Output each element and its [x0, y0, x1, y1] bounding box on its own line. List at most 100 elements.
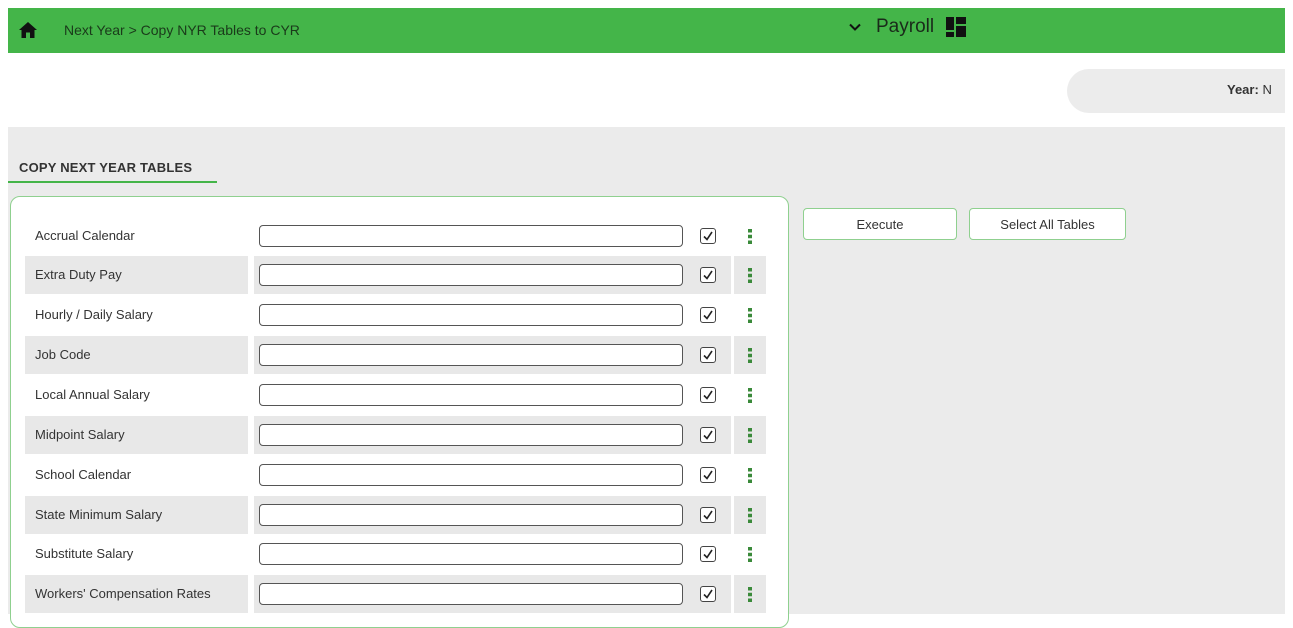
check-cell — [695, 416, 731, 454]
input-cell — [254, 296, 695, 334]
row-menu[interactable] — [734, 416, 766, 454]
table-checkbox[interactable] — [700, 586, 716, 602]
table-value-input[interactable] — [259, 583, 683, 605]
table-label: Hourly / Daily Salary — [35, 307, 153, 322]
year-indicator: Year: N — [1227, 82, 1272, 97]
checkmark-icon — [703, 470, 713, 480]
table-row: Local Annual Salary — [25, 376, 766, 414]
kebab-menu-icon[interactable] — [748, 508, 752, 523]
breadcrumb: Next Year > Copy NYR Tables to CYR — [64, 22, 300, 38]
row-menu[interactable] — [734, 336, 766, 374]
top-nav-bar: Next Year > Copy NYR Tables to CYR Payro… — [8, 8, 1285, 53]
module-name[interactable]: Payroll — [876, 16, 934, 38]
input-cell — [254, 376, 695, 414]
kebab-menu-icon[interactable] — [748, 348, 752, 363]
check-cell — [695, 456, 731, 494]
input-cell — [254, 496, 695, 534]
table-value-input[interactable] — [259, 304, 683, 326]
table-checkbox[interactable] — [700, 307, 716, 323]
checkmark-icon — [703, 549, 713, 559]
execute-button[interactable]: Execute — [803, 208, 957, 240]
check-cell — [695, 496, 731, 534]
kebab-menu-icon[interactable] — [748, 388, 752, 403]
input-cell — [254, 535, 695, 573]
table-checkbox[interactable] — [700, 347, 716, 363]
table-row: Midpoint Salary — [25, 416, 766, 454]
row-menu[interactable] — [734, 496, 766, 534]
checkmark-icon — [703, 589, 713, 599]
kebab-menu-icon[interactable] — [748, 587, 752, 602]
table-row: Substitute Salary — [25, 535, 766, 573]
kebab-menu-icon[interactable] — [748, 428, 752, 443]
checkmark-icon — [703, 430, 713, 440]
row-menu[interactable] — [734, 575, 766, 613]
check-cell — [695, 256, 731, 294]
table-row: Workers' Compensation Rates — [25, 575, 766, 613]
checkmark-icon — [703, 350, 713, 360]
row-menu[interactable] — [734, 376, 766, 414]
section-tab-copy-next-year-tables[interactable]: COPY NEXT YEAR TABLES — [19, 160, 192, 175]
select-all-tables-button[interactable]: Select All Tables — [969, 208, 1126, 240]
table-label: Substitute Salary — [35, 546, 134, 561]
table-value-input[interactable] — [259, 543, 683, 565]
kebab-menu-icon[interactable] — [748, 468, 752, 483]
row-menu[interactable] — [734, 535, 766, 573]
table-row: State Minimum Salary — [25, 496, 766, 534]
check-cell — [695, 376, 731, 414]
row-menu[interactable] — [734, 296, 766, 334]
table-checkbox[interactable] — [700, 267, 716, 283]
kebab-menu-icon[interactable] — [748, 308, 752, 323]
module-selector[interactable]: Payroll — [848, 16, 967, 38]
grid-icon[interactable] — [946, 17, 967, 37]
check-cell — [695, 217, 731, 255]
table-checkbox[interactable] — [700, 546, 716, 562]
year-value: N — [1262, 82, 1272, 97]
table-label: Job Code — [25, 336, 248, 374]
chevron-down-icon[interactable] — [848, 20, 862, 34]
year-label: Year: — [1227, 82, 1259, 97]
table-value-input[interactable] — [259, 225, 683, 247]
checkmark-icon — [703, 510, 713, 520]
checkmark-icon — [703, 231, 713, 241]
section-tab-underline — [8, 181, 217, 183]
input-cell — [254, 217, 695, 255]
table-label: Extra Duty Pay — [25, 256, 248, 294]
table-row: Accrual Calendar — [25, 217, 766, 255]
table-checkbox[interactable] — [700, 427, 716, 443]
row-menu[interactable] — [734, 256, 766, 294]
table-label: Midpoint Salary — [25, 416, 248, 454]
row-menu[interactable] — [734, 217, 766, 255]
table-value-input[interactable] — [259, 424, 683, 446]
input-cell — [254, 336, 695, 374]
table-checkbox[interactable] — [700, 467, 716, 483]
row-menu[interactable] — [734, 456, 766, 494]
kebab-menu-icon[interactable] — [748, 547, 752, 562]
table-value-input[interactable] — [259, 384, 683, 406]
input-cell — [254, 256, 695, 294]
table-row: Hourly / Daily Salary — [25, 296, 766, 334]
kebab-menu-icon[interactable] — [748, 268, 752, 283]
table-value-input[interactable] — [259, 264, 683, 286]
table-value-input[interactable] — [259, 504, 683, 526]
check-cell — [695, 575, 731, 613]
table-checkbox[interactable] — [700, 387, 716, 403]
table-row: School Calendar — [25, 456, 766, 494]
checkmark-icon — [703, 310, 713, 320]
home-icon[interactable] — [18, 20, 38, 40]
table-label: Accrual Calendar — [35, 228, 135, 243]
table-label: Workers' Compensation Rates — [25, 575, 248, 613]
check-cell — [695, 336, 731, 374]
kebab-menu-icon[interactable] — [748, 229, 752, 244]
table-checkbox[interactable] — [700, 507, 716, 523]
table-row: Extra Duty Pay — [25, 256, 766, 294]
table-value-input[interactable] — [259, 464, 683, 486]
right-edge — [1285, 8, 1293, 614]
input-cell — [254, 575, 695, 613]
table-checkbox[interactable] — [700, 228, 716, 244]
input-cell — [254, 416, 695, 454]
input-cell — [254, 456, 695, 494]
checkmark-icon — [703, 390, 713, 400]
table-label: School Calendar — [35, 467, 132, 482]
table-row: Job Code — [25, 336, 766, 374]
table-value-input[interactable] — [259, 344, 683, 366]
